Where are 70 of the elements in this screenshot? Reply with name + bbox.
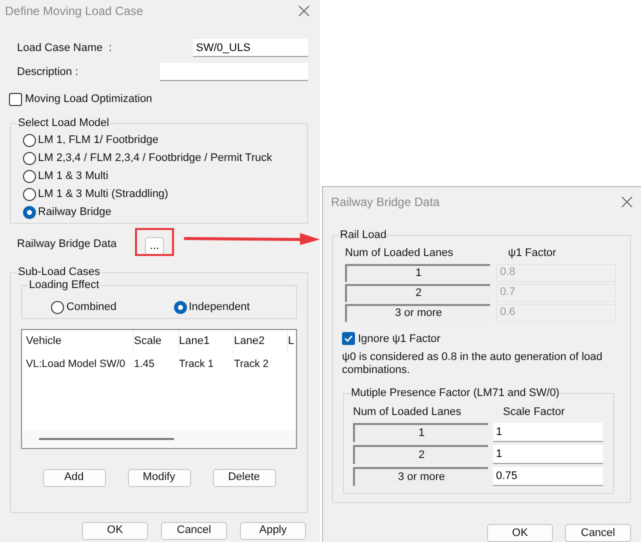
column-header: Scale Factor — [503, 404, 565, 420]
table-cell: Track 2 — [234, 358, 269, 370]
group-title: Select Load Model — [17, 116, 110, 130]
table-cell: Track 1 — [179, 358, 214, 370]
row-header: 3 or more — [345, 304, 490, 322]
dialog-button[interactable]: Add — [42, 468, 106, 486]
radio-label: Independent — [188, 300, 250, 316]
checkbox-label: Ignore ψ1 Factor — [358, 332, 440, 346]
close-icon[interactable] — [621, 196, 633, 208]
checkbox-label: Moving Load Optimization — [25, 92, 152, 107]
radio-button[interactable] — [51, 301, 64, 314]
group-title: Rail Load — [339, 228, 388, 242]
scrollbar[interactable] — [22, 430, 296, 448]
group-title: Sub-Load Cases — [17, 264, 101, 278]
dialog-button[interactable]: Apply — [240, 522, 306, 540]
radio-label: Combined — [66, 300, 116, 316]
radio-label: LM 1, FLM 1/ Footbridge — [38, 133, 158, 148]
group-title: Loading Effect — [28, 278, 100, 292]
factor-field: 0.6 — [496, 304, 616, 322]
column-header: Num of Loaded Lanes — [353, 404, 462, 420]
ellipsis-button[interactable]: ... — [145, 236, 164, 256]
group-title: Mutiple Presence Factor (LM71 and SW/0) — [350, 386, 560, 400]
column-header[interactable]: Vehicle — [26, 333, 62, 350]
radio-label: LM 1 & 3 Multi — [38, 169, 108, 184]
column-header[interactable]: Lane2 — [234, 333, 265, 350]
table-cell: 1.45 — [134, 358, 154, 370]
row-header: 1 — [345, 264, 490, 282]
field-label: Load Case Name : — [17, 40, 112, 56]
column-header[interactable]: Lane1 — [179, 333, 210, 350]
radio-label: LM 2,3,4 / FLM 2,3,4 / Footbridge / Permit Truck — [38, 151, 272, 166]
row-header: 1 — [353, 423, 488, 442]
arrow-icon — [184, 232, 320, 246]
field-label: Description : — [17, 64, 78, 80]
radio-button[interactable] — [174, 301, 187, 314]
close-icon[interactable] — [298, 5, 310, 17]
radio-button[interactable] — [23, 152, 36, 165]
input-field[interactable]: 0.75 — [493, 467, 603, 486]
radio-label: LM 1 & 3 Multi (Straddling) — [38, 187, 168, 202]
window-title: Railway Bridge Data — [331, 194, 440, 210]
window-title: Define Moving Load Case — [5, 3, 144, 20]
input-field[interactable]: 1 — [493, 423, 603, 442]
factor-field: 0.8 — [496, 264, 616, 282]
radio-label: Railway Bridge — [38, 205, 112, 220]
checkbox[interactable] — [342, 332, 355, 346]
field-label: Railway Bridge Data — [17, 237, 118, 252]
dialog-button[interactable]: Cancel — [161, 522, 227, 540]
dialog-button[interactable]: Cancel — [565, 524, 631, 542]
radio-button[interactable] — [23, 206, 36, 219]
dialog-button[interactable]: OK — [487, 524, 553, 542]
dialog-button[interactable]: Delete — [212, 468, 276, 486]
column-header: ψ1 Factor — [508, 246, 556, 262]
row-header: 2 — [345, 284, 490, 302]
note-text: ψ0 is considered as 0.8 in the auto generation of load combinations. — [342, 351, 604, 377]
factor-field: 0.7 — [496, 284, 616, 302]
row-header: 2 — [353, 445, 488, 464]
radio-button[interactable] — [23, 170, 36, 183]
column-header: Num of Loaded Lanes — [345, 246, 454, 262]
input-field[interactable]: 1 — [493, 445, 603, 464]
column-header[interactable]: L — [288, 333, 294, 350]
radio-button[interactable] — [23, 188, 36, 201]
input-field[interactable]: SW/0_ULS — [193, 39, 308, 57]
table-cell: VL:Load Model SW/0 — [26, 358, 126, 370]
checkbox[interactable] — [9, 92, 22, 106]
input-field[interactable] — [160, 63, 308, 81]
dialog-button[interactable]: OK — [82, 522, 148, 540]
radio-button[interactable] — [23, 134, 36, 147]
row-header: 3 or more — [353, 467, 488, 486]
column-header[interactable]: Scale — [134, 333, 162, 350]
highlight-frame — [135, 228, 174, 256]
dialog-button[interactable]: Modify — [128, 468, 190, 486]
